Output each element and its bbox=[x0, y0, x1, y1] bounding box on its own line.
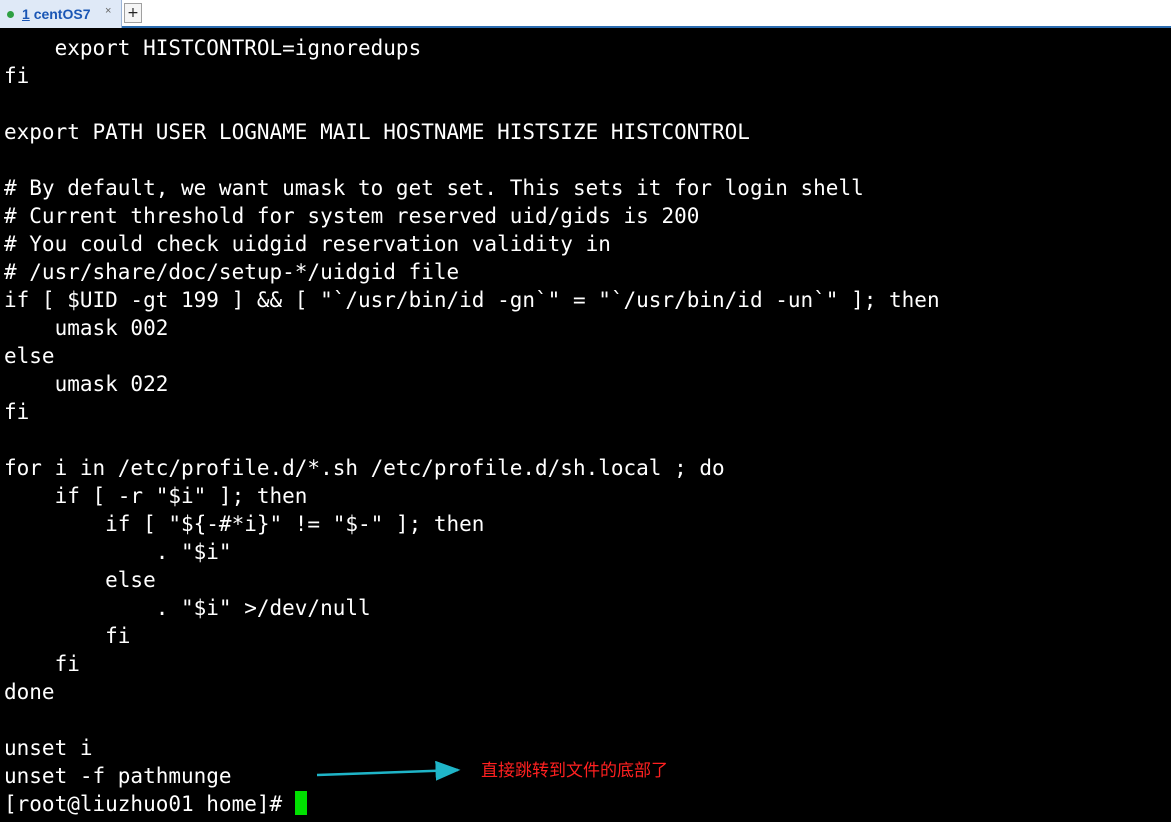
close-icon[interactable]: × bbox=[105, 5, 111, 17]
tab-centos7[interactable]: 1 centOS7 × bbox=[0, 0, 122, 28]
terminal-line: done bbox=[4, 680, 55, 704]
terminal-line: # By default, we want umask to get set. … bbox=[4, 176, 864, 200]
terminal-line: fi bbox=[4, 624, 131, 648]
terminal-line: # Current threshold for system reserved … bbox=[4, 204, 700, 228]
terminal-line: if [ $UID -gt 199 ] && [ "`/usr/bin/id -… bbox=[4, 288, 940, 312]
terminal-cursor bbox=[294, 791, 307, 815]
terminal-line: fi bbox=[4, 652, 80, 676]
terminal-line: else bbox=[4, 344, 55, 368]
terminal-line: if [ -r "$i" ]; then bbox=[4, 484, 308, 508]
terminal-line: # You could check uidgid reservation val… bbox=[4, 232, 611, 256]
shell-prompt-line[interactable]: [root@liuzhuo01 home]# bbox=[4, 790, 1164, 818]
terminal-line: else bbox=[4, 568, 156, 592]
terminal-line: for i in /etc/profile.d/*.sh /etc/profil… bbox=[4, 456, 725, 480]
tab-bar: 1 centOS7 × + bbox=[0, 0, 1171, 28]
tab-number: 1 bbox=[22, 6, 30, 22]
terminal-line: if [ "${-#*i}" != "$-" ]; then bbox=[4, 512, 485, 536]
terminal-line: umask 022 bbox=[4, 372, 169, 396]
terminal-line: export HISTCONTROL=ignoredups bbox=[4, 36, 422, 60]
terminal-line: umask 002 bbox=[4, 316, 169, 340]
terminal-line: fi bbox=[4, 64, 30, 88]
connection-status-icon bbox=[7, 11, 14, 18]
terminal-line: # /usr/share/doc/setup-*/uidgid file bbox=[4, 260, 460, 284]
terminal-line: . "$i" bbox=[4, 540, 232, 564]
annotation-text: 直接跳转到文件的底部了 bbox=[481, 761, 668, 781]
new-tab-button[interactable]: + bbox=[124, 3, 142, 23]
shell-prompt: [root@liuzhuo01 home]# bbox=[4, 792, 295, 816]
terminal-line: fi bbox=[4, 400, 30, 424]
tab-title: centOS7 bbox=[33, 6, 91, 22]
terminal-line: export PATH USER LOGNAME MAIL HOSTNAME H… bbox=[4, 120, 750, 144]
terminal-line: . "$i" >/dev/null bbox=[4, 596, 371, 620]
tab-label: 1 centOS7 bbox=[22, 6, 91, 22]
terminal-output[interactable]: export HISTCONTROL=ignoredups fi export PA… bbox=[4, 34, 1164, 818]
